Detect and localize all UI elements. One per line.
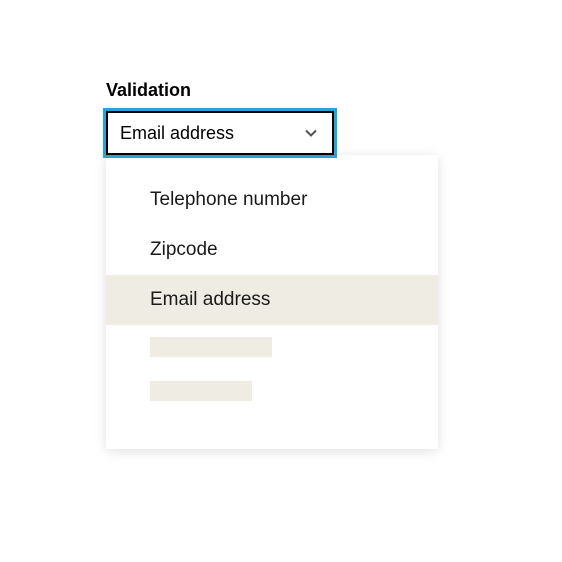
dropdown-option-email[interactable]: Email address (106, 275, 438, 325)
validation-field: Validation Email address Telephone numbe… (106, 80, 438, 449)
dropdown-option-loading (106, 325, 438, 369)
skeleton-placeholder (150, 337, 272, 357)
dropdown-option-telephone[interactable]: Telephone number (106, 175, 438, 225)
chevron-down-icon (304, 126, 318, 140)
validation-select[interactable]: Email address (106, 111, 334, 155)
validation-dropdown: Telephone number Zipcode Email address (106, 155, 438, 449)
skeleton-placeholder (150, 381, 252, 401)
dropdown-option-loading (106, 369, 438, 413)
dropdown-option-zipcode[interactable]: Zipcode (106, 225, 438, 275)
select-value: Email address (120, 123, 234, 144)
field-label: Validation (106, 80, 438, 101)
